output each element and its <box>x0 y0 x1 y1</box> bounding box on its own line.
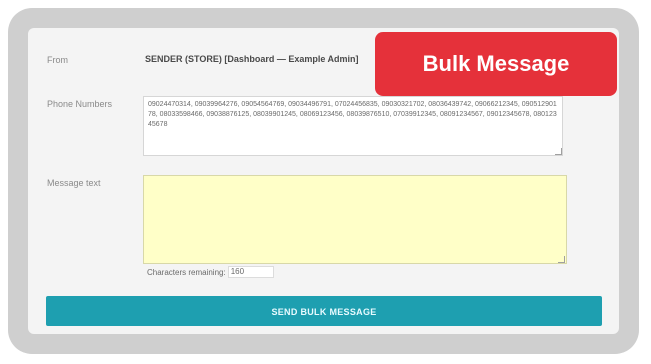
characters-remaining-row: Characters remaining: 160 <box>147 266 274 278</box>
phone-numbers-textarea[interactable]: 09024470314, 09039964276, 09054564769, 0… <box>143 96 563 156</box>
send-bulk-message-button[interactable]: SEND BULK MESSAGE <box>46 296 602 326</box>
from-label: From <box>47 55 68 65</box>
message-textarea[interactable] <box>143 175 567 264</box>
from-value: SENDER (STORE) [Dashboard — Example Admi… <box>145 54 359 64</box>
phone-numbers-resize-handle[interactable] <box>555 148 562 155</box>
characters-remaining-label: Characters remaining: <box>147 267 226 277</box>
phone-numbers-label: Phone Numbers <box>47 99 113 109</box>
characters-remaining-count: 160 <box>227 266 274 278</box>
message-resize-handle[interactable] <box>558 256 565 263</box>
message-text-label: Message text <box>47 178 101 188</box>
bulk-message-badge: Bulk Message <box>375 32 617 96</box>
